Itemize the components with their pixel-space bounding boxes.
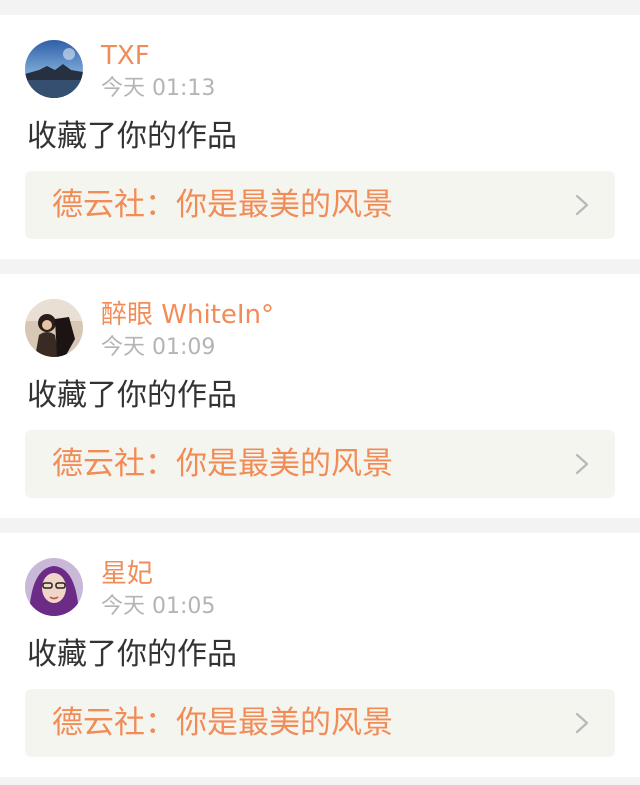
work-link[interactable]: 德云社：你是最美的风景: [25, 171, 615, 239]
notification-card: TXF 今天 01:13 收藏了你的作品 德云社：你是最美的风景: [0, 15, 640, 259]
work-title: 德云社：你是最美的风景: [52, 187, 393, 223]
action-text: 收藏了你的作品: [27, 378, 237, 413]
work-link[interactable]: 德云社：你是最美的风景: [25, 689, 615, 757]
timestamp: 今天 01:13: [101, 76, 216, 101]
avatar-person-icon[interactable]: [25, 558, 83, 616]
chevron-right-icon: [575, 453, 589, 475]
action-text: 收藏了你的作品: [27, 637, 237, 672]
work-link[interactable]: 德云社：你是最美的风景: [25, 430, 615, 498]
username[interactable]: 醉眼 WhiteIn°: [101, 299, 274, 331]
username[interactable]: TXF: [101, 40, 150, 72]
action-text: 收藏了你的作品: [27, 119, 237, 154]
chevron-right-icon: [575, 712, 589, 734]
username[interactable]: 星妃: [101, 558, 153, 590]
avatar-landscape-icon[interactable]: [25, 40, 83, 98]
notification-feed: TXF 今天 01:13 收藏了你的作品 德云社：你是最美的风景 醉眼 Whit…: [0, 0, 640, 785]
avatar-person-icon[interactable]: [25, 299, 83, 357]
work-title: 德云社：你是最美的风景: [52, 446, 393, 482]
timestamp: 今天 01:09: [101, 335, 216, 360]
notification-card: 醉眼 WhiteIn° 今天 01:09 收藏了你的作品 德云社：你是最美的风景: [0, 274, 640, 518]
notification-card: 星妃 今天 01:05 收藏了你的作品 德云社：你是最美的风景: [0, 533, 640, 777]
timestamp: 今天 01:05: [101, 594, 216, 619]
chevron-right-icon: [575, 194, 589, 216]
work-title: 德云社：你是最美的风景: [52, 705, 393, 741]
